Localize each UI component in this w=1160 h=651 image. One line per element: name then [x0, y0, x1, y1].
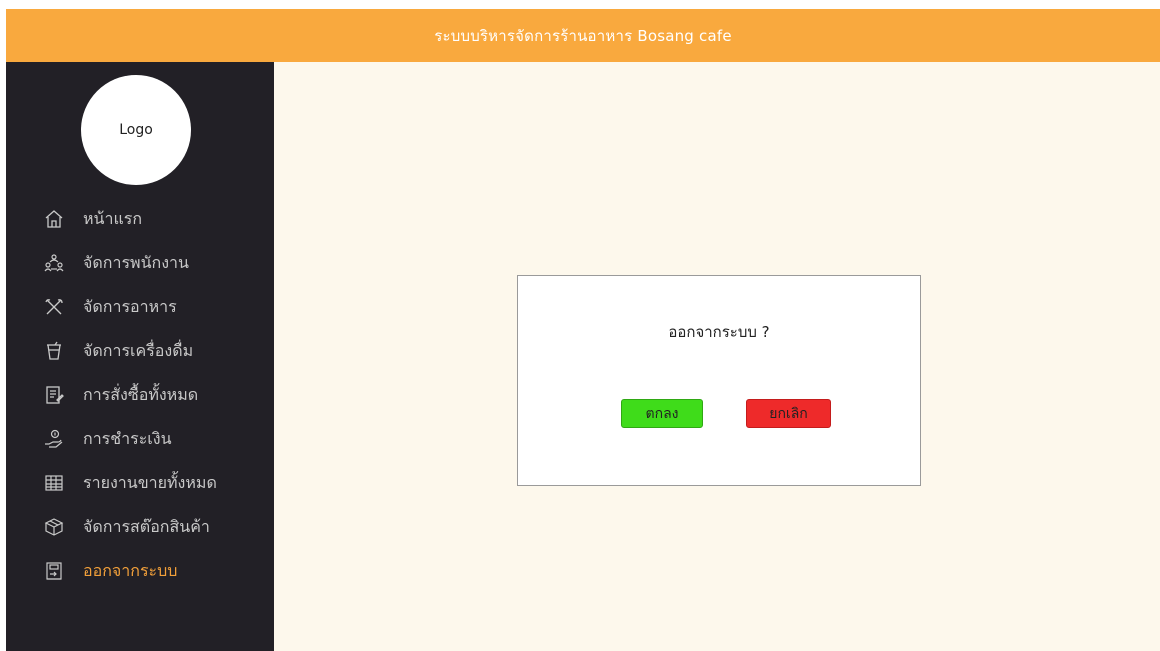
payment-icon [43, 428, 65, 450]
sidebar-item-drinks[interactable]: จัดการเครื่องดื่ม [6, 329, 274, 373]
sidebar-item-label: หน้าแรก [83, 208, 143, 228]
sidebar-item-food[interactable]: จัดการอาหาร [6, 285, 274, 329]
home-icon [43, 208, 65, 230]
stock-box-icon [43, 516, 65, 538]
logout-confirm-dialog: ออกจากระบบ ? ตกลง ยกเลิก [517, 275, 921, 486]
sidebar: Logo หน้าแรก จัดการพนักงาน จัดการอาหาร จ… [6, 62, 274, 651]
sidebar-menu: หน้าแรก จัดการพนักงาน จัดการอาหาร จัดการ… [6, 197, 274, 593]
logo-text: Logo [119, 122, 153, 138]
confirm-button-label: ตกลง [645, 405, 679, 422]
sidebar-item-label: การสั่งซื้อทั้งหมด [83, 384, 199, 404]
cancel-button[interactable]: ยกเลิก [746, 399, 831, 428]
sidebar-item-orders[interactable]: การสั่งซื้อทั้งหมด [6, 373, 274, 417]
sidebar-item-payment[interactable]: การชำระเงิน [6, 417, 274, 461]
app-title: ระบบบริหารจัดการร้านอาหาร Bosang cafe [434, 26, 732, 45]
app-window: ระบบบริหารจัดการร้านอาหาร Bosang cafe Lo… [6, 9, 1160, 651]
sidebar-item-label: จัดการสต๊อกสินค้า [83, 516, 210, 536]
sidebar-item-label: จัดการพนักงาน [83, 252, 189, 272]
sidebar-item-label: ออกจากระบบ [83, 560, 178, 580]
logo: Logo [81, 75, 191, 185]
sidebar-item-sales-report[interactable]: รายงานขายทั้งหมด [6, 461, 274, 505]
sidebar-item-label: จัดการอาหาร [83, 296, 177, 316]
dialog-title: ออกจากระบบ ? [668, 323, 770, 341]
employees-icon [43, 252, 65, 274]
report-icon [43, 472, 65, 494]
exit-icon [43, 560, 65, 582]
sidebar-item-label: จัดการเครื่องดื่ม [83, 340, 194, 360]
sidebar-item-logout[interactable]: ออกจากระบบ [6, 549, 274, 593]
cancel-button-label: ยกเลิก [769, 405, 808, 422]
sidebar-item-label: การชำระเงิน [83, 428, 172, 448]
orders-icon [43, 384, 65, 406]
sidebar-item-employees[interactable]: จัดการพนักงาน [6, 241, 274, 285]
sidebar-item-label: รายงานขายทั้งหมด [83, 472, 217, 492]
sidebar-item-stock[interactable]: จัดการสต๊อกสินค้า [6, 505, 274, 549]
utensils-icon [43, 296, 65, 318]
sidebar-item-home[interactable]: หน้าแรก [6, 197, 274, 241]
top-header-bar: ระบบบริหารจัดการร้านอาหาร Bosang cafe [6, 9, 1160, 62]
drink-icon [43, 340, 65, 362]
confirm-button[interactable]: ตกลง [621, 399, 703, 428]
